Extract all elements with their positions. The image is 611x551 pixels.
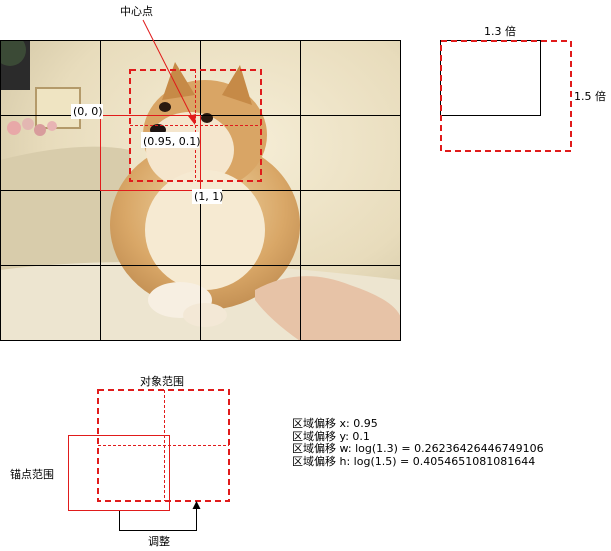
adjust-arrow-head (192, 501, 201, 509)
scale-object-box (440, 40, 572, 152)
center-point-label: 中心点 (120, 5, 153, 18)
offset-formulas: 区域偏移 x: 0.95 区域偏移 y: 0.1 区域偏移 w: log(1.3… (292, 417, 544, 468)
offset-h-formula: 区域偏移 h: log(1.5) = 0.4054651081081644 (292, 454, 536, 468)
bottom-right-coord-label: (1, 1) (194, 190, 224, 203)
adjust-connector (119, 508, 197, 531)
diagram-canvas: 中心点 (0, 0) (0.95, 0.1) (1, 1) 1.3 倍 1.5 … (0, 5, 606, 548)
scale-height-label: 1.5 倍 (574, 89, 606, 103)
anchor-box-diagram (68, 435, 170, 511)
offset-x-formula: 区域偏移 x: 0.95 (292, 417, 378, 430)
offset-w-formula: 区域偏移 w: log(1.3) = 0.26236426446749106 (292, 442, 544, 455)
adjust-label: 调整 (148, 534, 170, 548)
scale-anchor-box (440, 40, 541, 116)
anchor-range-label: 锚点范围 (10, 467, 54, 481)
top-left-coord-label: (0, 0) (73, 105, 103, 118)
center-coord-label: (0.95, 0.1) (143, 135, 201, 148)
object-range-label: 对象范围 (140, 374, 184, 388)
scale-width-label: 1.3 倍 (484, 24, 516, 38)
